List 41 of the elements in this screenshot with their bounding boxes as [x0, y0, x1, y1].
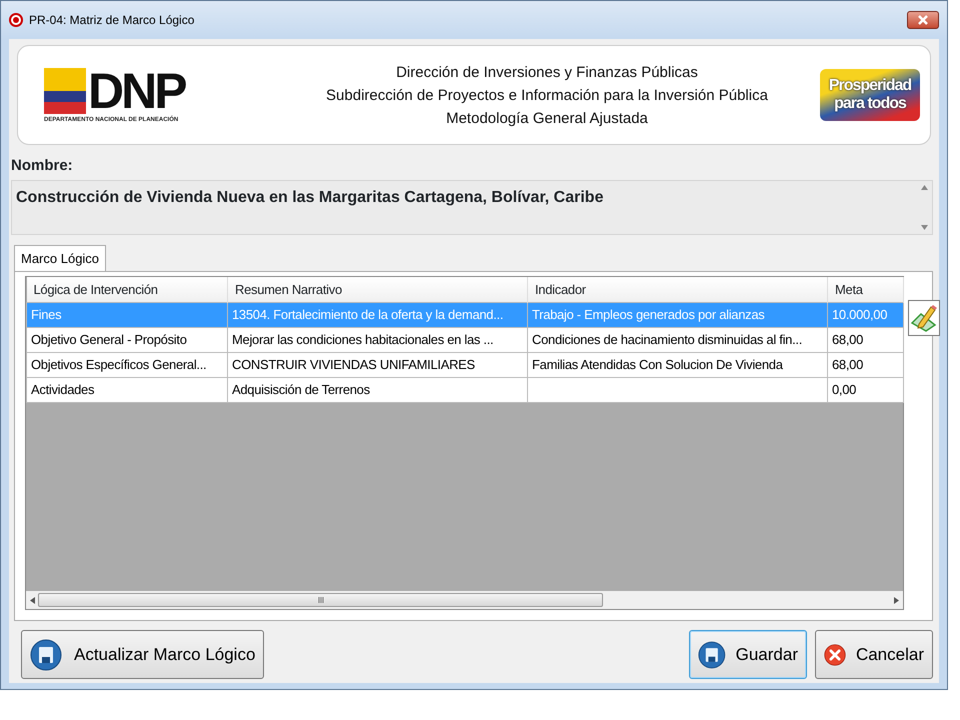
edit-button[interactable] — [908, 300, 940, 336]
pencil-icon — [909, 303, 939, 333]
horizontal-scrollbar[interactable] — [26, 591, 903, 609]
scroll-up-icon[interactable] — [920, 184, 928, 190]
table-cell[interactable]: Objetivo General - Propósito — [26, 327, 228, 352]
table-cell[interactable]: Condiciones de hacinamiento disminuidas al fin... — [528, 327, 828, 352]
close-icon — [918, 15, 928, 25]
column-header[interactable]: Indicador — [528, 277, 828, 302]
table-cell[interactable]: 68,00 — [828, 352, 904, 377]
close-button[interactable] — [907, 11, 939, 29]
table-cell[interactable]: Actividades — [26, 377, 228, 402]
column-header[interactable]: Resumen Narrativo — [228, 277, 528, 302]
header-line: Dirección de Inversiones y Finanzas Públicas — [395, 62, 699, 82]
scroll-down-icon[interactable] — [920, 224, 928, 230]
table-cell[interactable]: Adquisisción de Terrenos — [228, 377, 528, 402]
scroll-right-icon[interactable] — [894, 596, 899, 604]
field-label: Nombre: — [11, 156, 74, 176]
flag-icon — [44, 68, 86, 114]
tab[interactable]: Marco Lógico — [14, 244, 106, 271]
table-cell[interactable]: 0,00 — [828, 377, 904, 402]
table-cell[interactable]: Objetivos Específicos General... — [26, 352, 228, 377]
header-line: Subdirección de Proyectos e Información para la Inversión Pública — [325, 86, 769, 106]
table-cell[interactable]: CONSTRUIR VIVIENDAS UNIFAMILIARES — [228, 352, 528, 377]
window-title: PR-04: Matriz de Marco Lógico — [29, 12, 196, 29]
table-cell[interactable] — [528, 377, 828, 402]
column-header[interactable]: Meta — [828, 277, 904, 302]
table-cell[interactable]: Familias Atendidas Con Solucion De Vivienda — [528, 352, 828, 377]
logo-text: DNP — [88, 66, 185, 116]
scroll-thumb[interactable] — [38, 593, 603, 607]
action-button[interactable]: Cancelar — [815, 630, 933, 679]
floppy-disk-icon — [30, 638, 62, 670]
app-icon — [9, 13, 23, 27]
column-header[interactable]: Lógica de Intervención — [26, 277, 228, 302]
table-cell[interactable]: 68,00 — [828, 327, 904, 352]
action-button[interactable]: Actualizar Marco Lógico — [21, 630, 264, 679]
name-field[interactable]: Construcción de Vivienda Nueva en las Margaritas Cartagena, Bolívar, Caribe — [11, 180, 933, 234]
table-cell[interactable]: Mejorar las condiciones habitacionales en las ... — [228, 327, 528, 352]
header-line: Metodología General Ajustada — [445, 108, 649, 128]
floppy-disk-icon — [698, 638, 726, 670]
scroll-left-icon[interactable] — [30, 596, 35, 604]
action-button[interactable]: Guardar — [689, 630, 807, 679]
